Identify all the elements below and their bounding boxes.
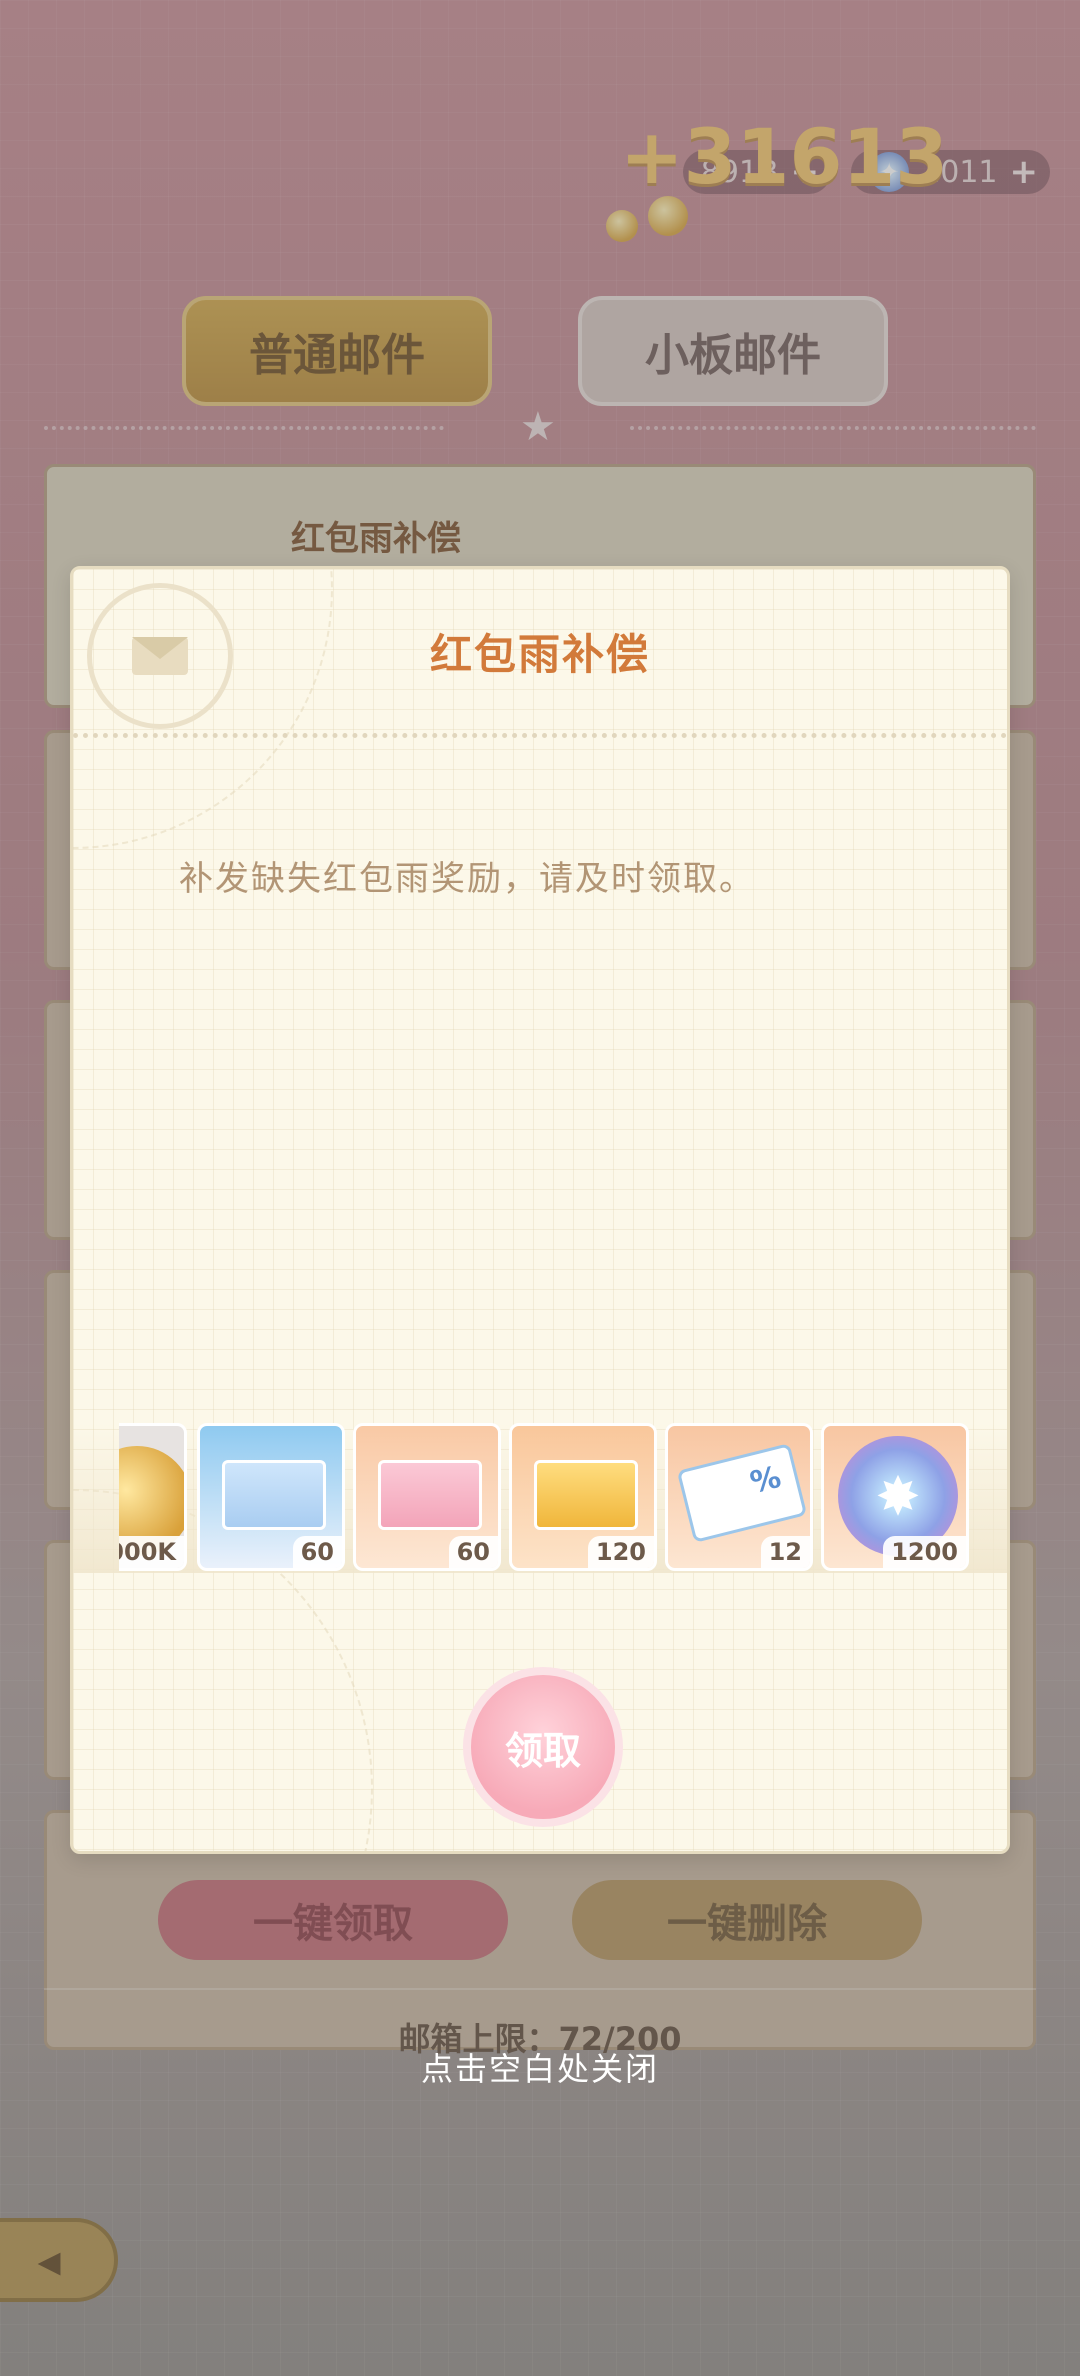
ticket-shape [676, 1443, 808, 1543]
reward-count: 12 [760, 1536, 810, 1568]
gold-gift-box-icon[interactable]: 120 [509, 1423, 657, 1571]
popup-title: 红包雨补偿 [429, 630, 650, 679]
gift-box-shape [378, 1460, 482, 1530]
pink-gift-box-icon[interactable]: 60 [353, 1423, 501, 1571]
gold-coin-icon[interactable]: 4000K [119, 1423, 187, 1571]
sale-ticket-icon[interactable]: 12 [665, 1423, 813, 1571]
blue-gift-box-icon[interactable]: 60 [197, 1423, 345, 1571]
reward-list: 4000K 60 60 120 12 ✸ 1200 [119, 1423, 969, 1573]
reward-count: 1200 [883, 1536, 966, 1568]
reward-count: 60 [292, 1536, 342, 1568]
reward-count: 120 [587, 1536, 654, 1568]
reward-count: 4000K [119, 1536, 184, 1568]
popup-body-text: 补发缺失红包雨奖励，请及时领取。 [179, 859, 755, 899]
gift-box-shape [534, 1460, 638, 1530]
close-hint: 点击空白处关闭 [420, 2050, 659, 2088]
claim-button[interactable]: 领取 [463, 1667, 623, 1827]
mail-detail-popup: 红包雨补偿 补发缺失红包雨奖励，请及时领取。 4000K 60 60 120 1… [70, 566, 1010, 1854]
divider [73, 733, 1007, 738]
star-gem-icon[interactable]: ✸ 1200 [821, 1423, 969, 1571]
gift-box-shape [222, 1460, 326, 1530]
reward-count: 60 [448, 1536, 498, 1568]
